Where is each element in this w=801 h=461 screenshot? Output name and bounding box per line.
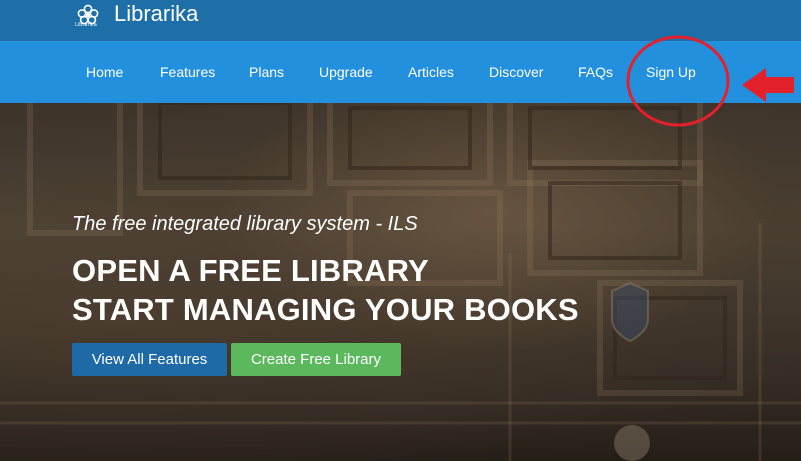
nav-item-home[interactable]: Home [86,64,123,80]
logo-caption: Librarika [75,22,97,28]
hero-section: The free integrated library system - ILS… [0,103,801,461]
nav-item-faqs[interactable]: FAQs [578,64,613,80]
create-free-library-button[interactable]: Create Free Library [231,343,401,376]
hero-headline-line-2: START MANAGING YOUR BOOKS [72,292,579,327]
nav-item-upgrade[interactable]: Upgrade [319,64,373,80]
nav-item-articles[interactable]: Articles [408,64,454,80]
annotation-arrow-icon [742,68,794,102]
hero-headline-line-1: OPEN A FREE LIBRARY [72,253,429,288]
nav-item-features[interactable]: Features [160,64,215,80]
annotation-circle [626,35,730,127]
view-all-features-button[interactable]: View All Features [72,343,227,376]
brand-name[interactable]: Librarika [114,1,198,27]
hero-tagline: The free integrated library system - ILS [72,213,418,235]
nav-item-discover[interactable]: Discover [489,64,543,80]
nav-item-plans[interactable]: Plans [249,64,284,80]
